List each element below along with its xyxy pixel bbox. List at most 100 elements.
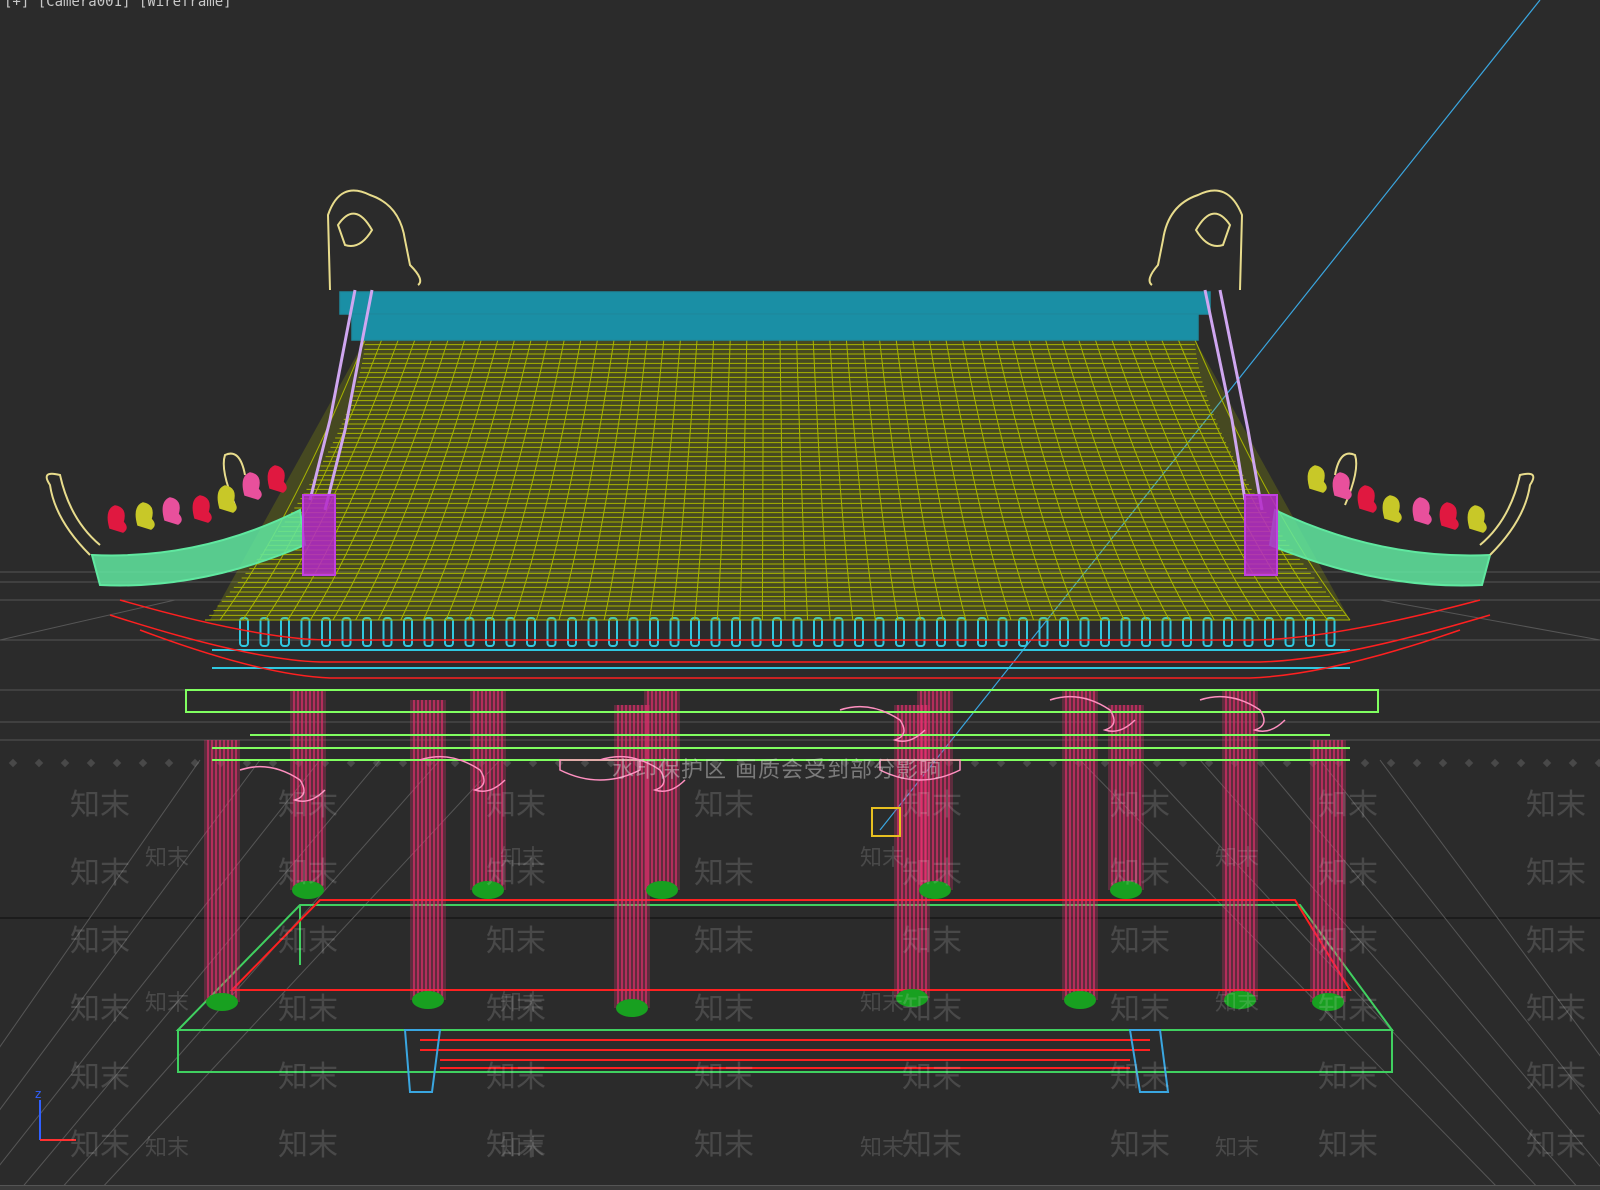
rafter-end bbox=[341, 617, 352, 647]
column-fill bbox=[410, 700, 446, 1000]
rafter-end bbox=[669, 617, 680, 647]
grid-dot bbox=[34, 758, 44, 768]
figurine bbox=[217, 485, 237, 513]
watermark-text: 知末 bbox=[694, 856, 754, 891]
watermark-text: 知末 bbox=[694, 1060, 754, 1095]
watermark-text: 知末 bbox=[694, 992, 754, 1027]
grid-dot bbox=[1438, 758, 1448, 768]
rafter-end bbox=[772, 617, 782, 647]
rafter-end bbox=[936, 617, 946, 647]
watermark-text: 知末 bbox=[694, 924, 754, 959]
grid-dot bbox=[1360, 758, 1370, 768]
rafter-end bbox=[464, 617, 475, 647]
rafter-end bbox=[1264, 617, 1274, 647]
rafter-end bbox=[485, 617, 495, 647]
grid-dot bbox=[1542, 758, 1552, 768]
grid-dot bbox=[1412, 758, 1422, 768]
watermark-text: 知末 bbox=[1526, 1060, 1586, 1095]
grid-dot bbox=[1464, 758, 1474, 768]
watermark-text: 知末 bbox=[70, 1128, 130, 1163]
column bbox=[644, 690, 680, 890]
rafter-end bbox=[1100, 617, 1110, 647]
watermark-text: 知末 bbox=[486, 924, 546, 959]
watermark-text: 知末 bbox=[1318, 992, 1378, 1027]
roof-tiles[interactable] bbox=[205, 339, 1351, 621]
watermark-text: 知末 bbox=[278, 992, 338, 1027]
watermark-text: 知末 bbox=[1110, 924, 1170, 959]
watermark-text: 知末 bbox=[1526, 924, 1586, 959]
watermark-text: 知末 bbox=[1110, 992, 1170, 1027]
watermark-text: 知末 bbox=[70, 788, 130, 823]
figurine bbox=[192, 495, 212, 523]
watermark-text: 知末 bbox=[1318, 924, 1378, 959]
column-bases[interactable] bbox=[206, 881, 1344, 1017]
rafter-end bbox=[587, 617, 598, 647]
stone-platform[interactable] bbox=[175, 904, 1394, 1073]
rafter-end bbox=[608, 617, 618, 647]
rafter-end bbox=[239, 617, 249, 647]
rafter-end bbox=[751, 617, 762, 647]
watermark-text: 知末 bbox=[902, 1128, 962, 1163]
figurine bbox=[1439, 502, 1459, 530]
rafter-end bbox=[1284, 617, 1295, 647]
rafter-end bbox=[1141, 617, 1151, 647]
rafter-end bbox=[382, 617, 393, 647]
watermark-notice: 水印保护区 画质会受到部分影响 bbox=[612, 758, 942, 783]
column-fill bbox=[1062, 690, 1098, 1000]
rafter-end bbox=[915, 617, 926, 647]
figurine bbox=[1332, 472, 1352, 500]
watermark-text: 知末 bbox=[278, 788, 338, 823]
watermark-text: 知末 bbox=[500, 1136, 545, 1161]
rafter-ends[interactable] bbox=[212, 617, 1350, 669]
watermark-text: 知末 bbox=[145, 991, 190, 1016]
rafter-end bbox=[1182, 617, 1192, 647]
column-base bbox=[206, 993, 238, 1011]
watermark-text: 知末 bbox=[500, 846, 545, 871]
rafter-end bbox=[649, 617, 659, 647]
watermark-text: 知末 bbox=[278, 1060, 338, 1095]
3d-viewport[interactable]: z [+] [Camera001] [Wireframe] 水印保护区 画质会受… bbox=[0, 0, 1600, 1190]
figurine bbox=[1307, 465, 1327, 493]
watermark-text: 知末 bbox=[1526, 788, 1586, 823]
column-base bbox=[1064, 991, 1096, 1009]
watermark-text: 知末 bbox=[70, 856, 130, 891]
rafter-end bbox=[362, 617, 372, 647]
watermark-text: 知末 bbox=[486, 788, 546, 823]
watermark-text: 知末 bbox=[1526, 992, 1586, 1027]
columns[interactable] bbox=[204, 690, 1346, 1008]
watermark-text: 知末 bbox=[902, 924, 962, 959]
rafter-end bbox=[526, 617, 536, 647]
watermark-text: 知末 bbox=[70, 1060, 130, 1095]
figurine bbox=[1467, 505, 1487, 533]
rafter-end bbox=[833, 617, 844, 647]
grid-dot bbox=[1386, 758, 1396, 768]
main-ridge[interactable] bbox=[339, 291, 1211, 341]
watermark-text: 知末 bbox=[278, 924, 338, 959]
watermark-text: 知末 bbox=[70, 924, 130, 959]
watermark-text: 知末 bbox=[860, 991, 905, 1016]
rafter-end bbox=[546, 617, 557, 647]
rafter-end bbox=[1202, 617, 1213, 647]
grid-dot bbox=[190, 758, 200, 768]
rafter-end bbox=[710, 617, 721, 647]
tie-beams[interactable] bbox=[185, 689, 1379, 761]
rafter-end bbox=[895, 617, 905, 647]
grid-dot bbox=[60, 758, 70, 768]
rafter-end bbox=[731, 617, 741, 647]
viewport-label[interactable]: [+] [Camera001] [Wireframe] bbox=[4, 0, 232, 10]
watermark-text: 知末 bbox=[500, 991, 545, 1016]
watermark-text: 知末 bbox=[1526, 856, 1586, 891]
axis-z-label: z bbox=[35, 1087, 41, 1101]
grid-dot bbox=[1516, 758, 1526, 768]
column bbox=[410, 700, 446, 1000]
rafter-end bbox=[1079, 617, 1090, 647]
watermark-text: 知末 bbox=[1318, 1128, 1378, 1163]
watermark-text: 知末 bbox=[902, 788, 962, 823]
rafter-end bbox=[423, 617, 434, 647]
rafter-end bbox=[1243, 617, 1254, 647]
rafter-end bbox=[1223, 617, 1233, 647]
watermark-text: 知末 bbox=[1110, 1060, 1170, 1095]
grid-dot bbox=[1568, 758, 1578, 768]
rafter-end bbox=[874, 617, 885, 647]
platform-inner-edges bbox=[229, 899, 1352, 1069]
